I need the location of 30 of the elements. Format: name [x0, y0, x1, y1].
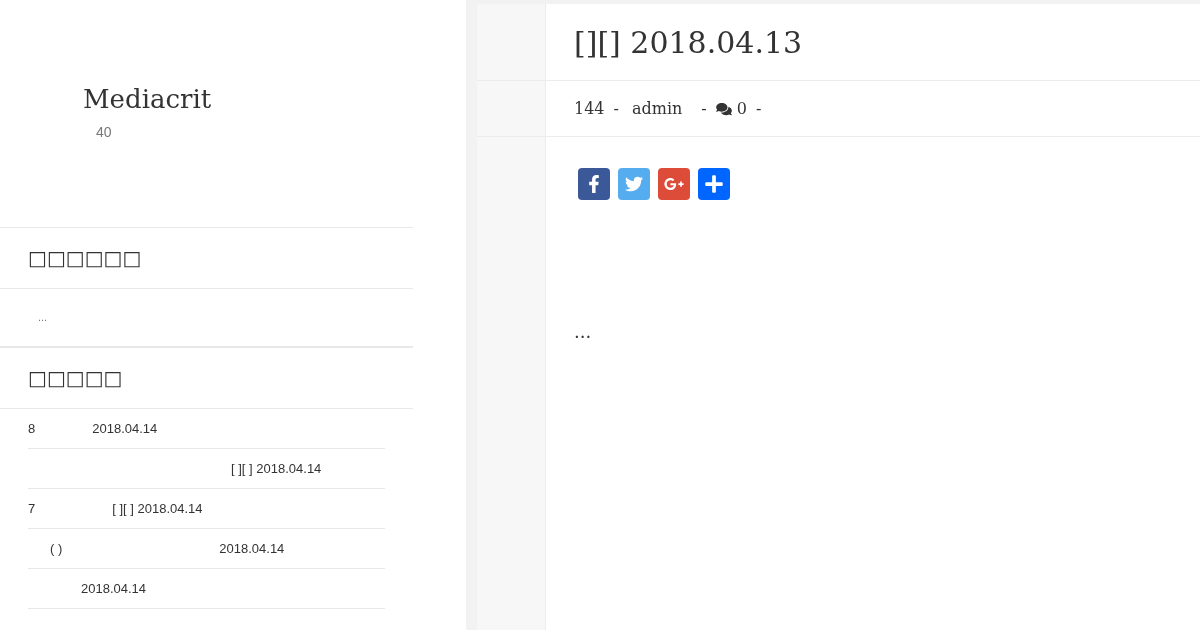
facebook-icon — [587, 175, 601, 193]
share-button[interactable] — [698, 168, 730, 200]
meta-separator: - — [755, 97, 762, 120]
bird-icon — [624, 175, 644, 193]
post-count: 8 — [28, 419, 36, 438]
post-meta-text: 144 — [574, 97, 605, 120]
post-link[interactable]: 2018.04.14 — [81, 578, 147, 599]
site-tagline: 40 — [96, 123, 112, 142]
post-meta-text[interactable]: admin — [631, 96, 683, 121]
site-title[interactable]: Mediacrit — [83, 84, 212, 114]
post-link[interactable]: 2018.04.14 — [219, 538, 285, 559]
widget-title: □□□□□ — [28, 365, 123, 392]
post-link[interactable]: [ ][ ] 2018.04.14 — [112, 498, 203, 519]
meta-separator: - — [613, 97, 619, 120]
twitter-share-button[interactable] — [618, 168, 650, 200]
post-title: [][] 2018.04.13 — [574, 23, 803, 62]
widget-title: □□□□□□ — [28, 245, 142, 272]
meta-separator: - — [701, 97, 707, 120]
widget-text: ... — [38, 310, 48, 326]
post-link[interactable]: [ ][ ] 2018.04.14 — [231, 458, 322, 479]
comment-count: 0 — [736, 97, 747, 120]
post-excerpt: ... — [574, 320, 592, 344]
post-count: 7 — [28, 499, 36, 518]
google-plus-share-button[interactable] — [658, 168, 690, 200]
post-count: ( ) — [50, 539, 63, 558]
google-plus-icon — [663, 176, 685, 192]
plus-icon — [704, 174, 724, 194]
post-link[interactable]: 2018.04.14 — [92, 418, 158, 439]
comments-icon — [715, 101, 732, 116]
facebook-share-button[interactable] — [578, 168, 610, 200]
